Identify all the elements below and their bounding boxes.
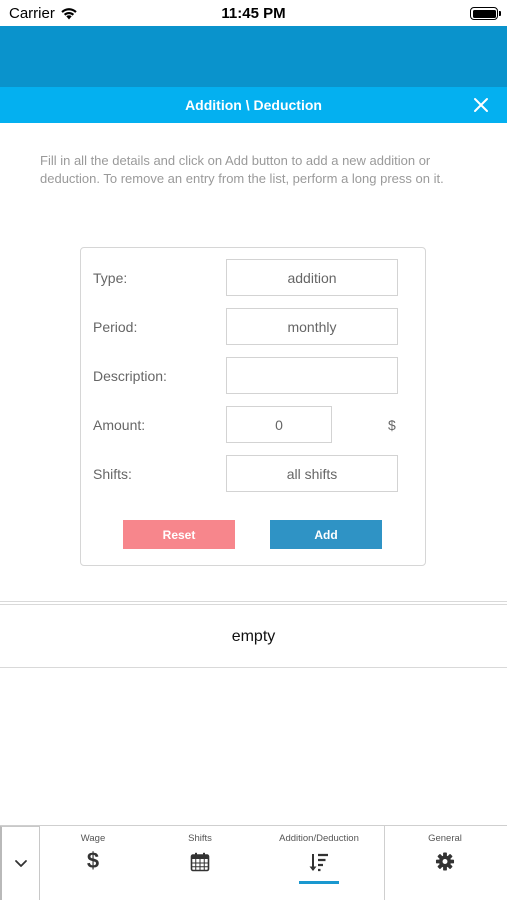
- app-header: [0, 26, 507, 87]
- calendar-icon: [190, 852, 210, 872]
- tab-wage[interactable]: Wage $: [40, 826, 146, 900]
- addition-deduction-form: Type: addition Period: monthly Descripti…: [80, 247, 426, 566]
- battery-icon: [470, 7, 501, 20]
- collapse-tabs-button[interactable]: [0, 826, 40, 900]
- shifts-label: Shifts:: [93, 466, 132, 482]
- close-button[interactable]: [472, 96, 490, 114]
- amount-input[interactable]: [226, 406, 332, 443]
- description-label: Description:: [93, 368, 167, 384]
- period-select[interactable]: monthly: [226, 308, 398, 345]
- close-icon: [474, 98, 488, 112]
- dialog-title-bar: Addition \ Deduction: [0, 87, 507, 123]
- list-bottom-divider: [0, 667, 507, 668]
- add-button[interactable]: Add: [270, 520, 382, 549]
- instructions-text: Fill in all the details and click on Add…: [40, 153, 444, 186]
- tab-wage-label: Wage: [80, 833, 106, 844]
- reset-button[interactable]: Reset: [123, 520, 235, 549]
- chevron-down-icon: [14, 860, 27, 867]
- sort-icon: [309, 853, 328, 872]
- status-time: 11:45 PM: [221, 5, 286, 22]
- list-top-divider-inner: [0, 604, 507, 605]
- tab-addition-deduction-label: Addition/Deduction: [279, 833, 359, 844]
- description-input[interactable]: [226, 357, 398, 394]
- gear-icon: [435, 852, 455, 871]
- empty-list-message: empty: [231, 628, 276, 645]
- bottom-tab-bar: Wage $ Shifts Addition/Deduction General: [0, 825, 507, 900]
- type-label: Type:: [93, 270, 128, 286]
- type-select[interactable]: addition: [226, 259, 398, 296]
- tab-shifts-label: Shifts: [188, 833, 212, 844]
- list-top-divider: [0, 601, 507, 602]
- active-tab-indicator: [299, 881, 339, 884]
- amount-label: Amount:: [93, 417, 146, 433]
- dialog-title: Addition \ Deduction: [185, 97, 322, 113]
- status-bar: Carrier 11:45 PM: [0, 0, 507, 26]
- tab-shifts[interactable]: Shifts: [146, 826, 254, 900]
- shifts-select[interactable]: all shifts: [226, 455, 398, 492]
- tab-general[interactable]: General: [385, 826, 505, 900]
- tab-general-label: General: [428, 833, 462, 844]
- tab-addition-deduction[interactable]: Addition/Deduction: [254, 826, 384, 900]
- period-label: Period:: [93, 319, 138, 335]
- currency-symbol: $: [388, 417, 396, 433]
- dollar-icon: $: [86, 848, 100, 873]
